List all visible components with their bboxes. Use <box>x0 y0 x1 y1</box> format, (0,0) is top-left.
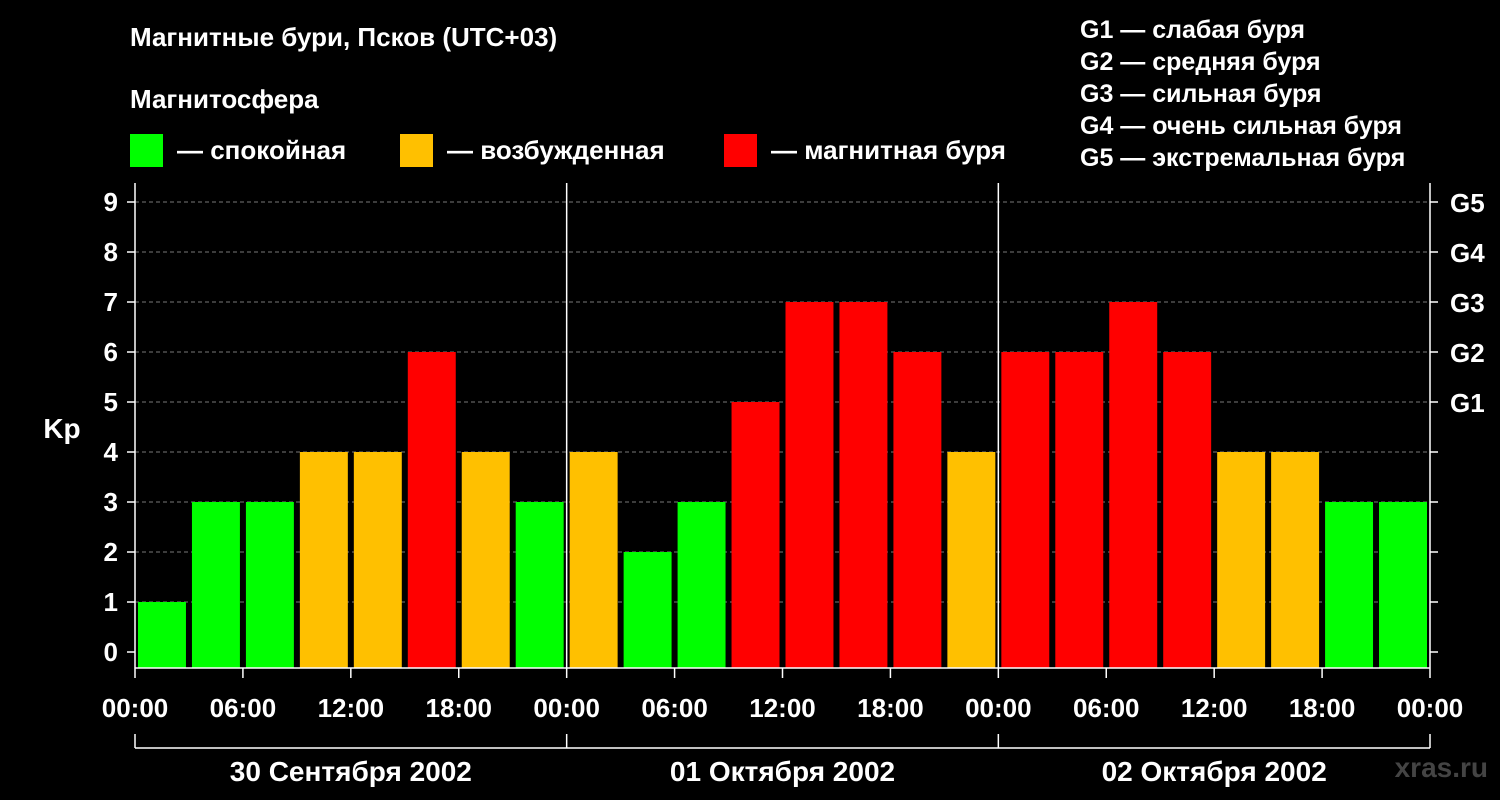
y-tick-label: 6 <box>104 337 118 367</box>
y-tick-label: 2 <box>104 537 118 567</box>
y-tick-label: 7 <box>104 287 118 317</box>
kp-bar <box>1001 352 1050 668</box>
bar-layer <box>138 302 1427 668</box>
kp-bar <box>138 602 186 668</box>
kp-bar <box>731 402 780 668</box>
y-tick-label: 5 <box>104 387 118 417</box>
g-tick-label: G1 <box>1450 388 1485 418</box>
site-credit: xras.ru <box>1394 752 1488 783</box>
kp-bar <box>407 352 456 668</box>
y-tick-label: 9 <box>104 187 118 217</box>
kp-bar <box>353 452 402 668</box>
kp-bar <box>299 452 348 668</box>
y-tick-label: 0 <box>104 637 118 667</box>
x-tick-label: 06:00 <box>1073 693 1140 723</box>
day-label: 30 Сентября 2002 <box>230 756 472 787</box>
x-tick-label: 00:00 <box>533 693 600 723</box>
x-tick-label: 06:00 <box>210 693 277 723</box>
y-tick-label: 4 <box>104 437 119 467</box>
kp-bar <box>245 502 294 668</box>
kp-bar <box>569 452 618 668</box>
kp-bar <box>947 452 996 668</box>
kp-bar <box>839 302 888 668</box>
x-tick-label: 00:00 <box>965 693 1032 723</box>
x-tick-label: 12:00 <box>318 693 385 723</box>
kp-bar <box>515 502 564 668</box>
x-tick-label: 18:00 <box>857 693 924 723</box>
kp-bar <box>1325 502 1374 668</box>
day-label: 01 Октября 2002 <box>670 756 895 787</box>
kp-bar <box>785 302 834 668</box>
kp-bar <box>461 452 510 668</box>
x-tick-label: 18:00 <box>426 693 493 723</box>
kp-bar <box>677 502 726 668</box>
g-tick-label: G2 <box>1450 338 1485 368</box>
y-tick-label: 8 <box>104 237 118 267</box>
kp-bar <box>191 502 240 668</box>
kp-bar <box>1271 452 1320 668</box>
kp-bar <box>893 352 942 668</box>
x-tick-label: 12:00 <box>1181 693 1248 723</box>
x-tick-label: 00:00 <box>1397 693 1464 723</box>
g-tick-label: G4 <box>1450 238 1485 268</box>
y-axis-label: Kp <box>43 413 80 444</box>
x-tick-label: 06:00 <box>641 693 708 723</box>
kp-bar <box>1109 302 1158 668</box>
day-label: 02 Октября 2002 <box>1102 756 1327 787</box>
kp-bar-chart: 0 1 2 3 4 5 6 7 8 9 G1 G2 G3 G4 G5 00:00 06:00 12:00 18:00… <box>43 183 1485 787</box>
kp-bar <box>1217 452 1266 668</box>
g-tick-label: G3 <box>1450 288 1485 318</box>
kp-bar <box>1379 502 1427 668</box>
kp-bar <box>623 552 672 668</box>
x-tick-label: 18:00 <box>1289 693 1356 723</box>
kp-bar <box>1055 352 1104 668</box>
x-tick-label: 12:00 <box>749 693 816 723</box>
y-tick-label: 1 <box>104 587 118 617</box>
x-tick-label: 00:00 <box>102 693 169 723</box>
y-tick-label: 3 <box>104 487 118 517</box>
g-tick-label: G5 <box>1450 188 1485 218</box>
kp-bar <box>1163 352 1212 668</box>
